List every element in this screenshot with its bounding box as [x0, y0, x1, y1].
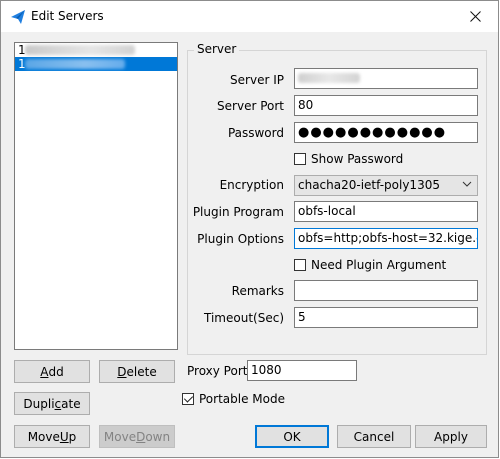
- show-password-label: Show Password: [311, 152, 404, 166]
- redacted-text: [25, 59, 125, 69]
- server-list[interactable]: 1 1: [14, 42, 178, 350]
- server-group-title: Server: [194, 42, 240, 56]
- delete-button[interactable]: Delete: [99, 360, 175, 383]
- move-up-button-accelerator: U: [59, 429, 69, 444]
- cancel-button[interactable]: Cancel: [337, 425, 411, 448]
- plugin-program-field[interactable]: obfs-local: [294, 201, 478, 222]
- need-plugin-argument-checkbox-row[interactable]: Need Plugin Argument: [294, 258, 446, 272]
- password-label: Password: [227, 126, 284, 140]
- need-plugin-argument-checkbox[interactable]: [294, 259, 306, 271]
- portable-mode-checkbox[interactable]: [182, 393, 194, 405]
- close-button[interactable]: [452, 1, 498, 32]
- proxy-port-label: Proxy Port: [187, 364, 248, 378]
- plugin-options-field[interactable]: obfs=http;obfs-host=32.kige.com;f: [294, 228, 478, 249]
- add-button-accelerator: A: [40, 364, 49, 379]
- apply-button[interactable]: Apply: [415, 425, 487, 448]
- dialog-body: 1 1 Server Server IP Server Port 80 Pass…: [1, 32, 498, 457]
- add-button[interactable]: Add: [14, 360, 90, 383]
- delete-button-label-rest: elete: [126, 364, 157, 379]
- ok-button[interactable]: OK: [255, 425, 329, 448]
- server-list-item[interactable]: 1: [15, 43, 177, 57]
- move-down-button-label-rest: own: [145, 429, 171, 444]
- password-field[interactable]: ●●●●●●●●●●●●: [294, 122, 478, 143]
- server-port-field[interactable]: 80: [294, 95, 478, 116]
- encryption-value: chacha20-ietf-poly1305: [298, 178, 440, 192]
- timeout-field[interactable]: 5: [294, 307, 478, 328]
- move-up-button-label-rest: p: [68, 429, 77, 444]
- edit-servers-window: Edit Servers 1 1 Server Server IP Server…: [0, 0, 499, 458]
- show-password-checkbox-row[interactable]: Show Password: [294, 152, 403, 166]
- move-up-button-label-prefix: Move: [27, 429, 60, 444]
- chevron-down-icon: [462, 181, 472, 187]
- paper-plane-icon: [11, 10, 25, 24]
- close-icon: [469, 11, 481, 22]
- plugin-program-label: Plugin Program: [192, 205, 284, 219]
- proxy-port-field[interactable]: 1080: [247, 360, 357, 381]
- duplicate-button-accelerator: c: [54, 396, 62, 411]
- delete-button-accelerator: D: [117, 364, 127, 379]
- server-port-label: Server Port: [217, 99, 284, 113]
- server-list-item-selected[interactable]: 1: [15, 57, 177, 71]
- title-bar: Edit Servers: [1, 1, 498, 32]
- redacted-text: [25, 45, 135, 55]
- remarks-field[interactable]: [294, 280, 478, 301]
- duplicate-button-label-prefix: Dupli: [23, 396, 55, 411]
- move-down-button-label-prefix: Move: [103, 429, 137, 444]
- move-down-button[interactable]: Move Down: [99, 425, 175, 448]
- move-up-button[interactable]: Move Up: [14, 425, 90, 448]
- duplicate-button-label-rest: ate: [61, 396, 81, 411]
- portable-mode-label: Portable Mode: [199, 392, 285, 406]
- encryption-label: Encryption: [219, 178, 284, 192]
- encryption-select[interactable]: chacha20-ietf-poly1305: [294, 175, 478, 196]
- remarks-label: Remarks: [231, 284, 284, 298]
- show-password-checkbox[interactable]: [294, 153, 306, 165]
- portable-mode-checkbox-row[interactable]: Portable Mode: [182, 392, 285, 406]
- duplicate-button[interactable]: Dupli c ate: [14, 392, 90, 415]
- redacted-text: [298, 73, 360, 83]
- window-title: Edit Servers: [31, 9, 104, 23]
- add-button-label-rest: dd: [48, 364, 64, 379]
- move-down-button-accelerator: D: [136, 429, 146, 444]
- timeout-label: Timeout(Sec): [204, 311, 284, 325]
- server-ip-label: Server IP: [230, 73, 284, 87]
- plugin-options-label: Plugin Options: [197, 232, 284, 246]
- need-plugin-argument-label: Need Plugin Argument: [311, 258, 447, 272]
- server-ip-field[interactable]: [294, 68, 478, 89]
